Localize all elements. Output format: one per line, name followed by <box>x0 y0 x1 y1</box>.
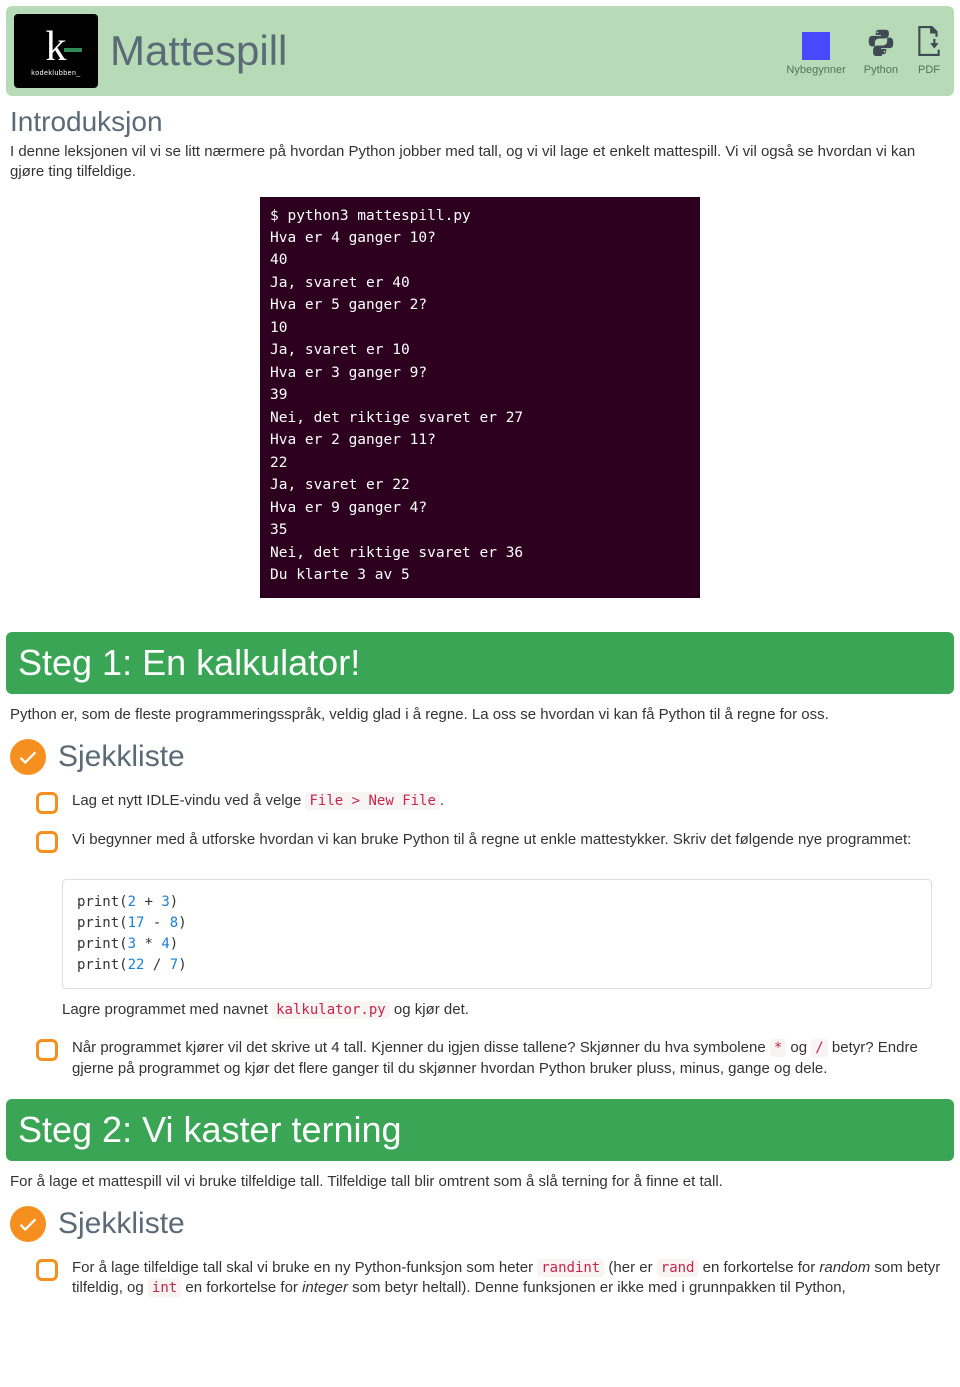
step2-header: Steg 2: Vi kaster terning <box>6 1099 954 1161</box>
level-badge: Nybegynner <box>786 32 845 76</box>
intro-section: Introduksjon I denne leksjonen vil vi se… <box>0 102 960 626</box>
pdf-link[interactable]: PDF <box>916 26 942 76</box>
language-badge: Python <box>864 28 898 76</box>
inline-code: rand <box>657 1259 699 1277</box>
inline-code: * <box>770 1039 786 1057</box>
step1-header: Steg 1: En kalkulator! <box>6 632 954 694</box>
text: Når programmet kjører vil det skrive ut … <box>72 1039 770 1056</box>
level-icon <box>802 32 830 60</box>
inline-code: int <box>148 1279 181 1297</box>
inline-code: / <box>811 1039 827 1057</box>
intro-heading: Introduksjon <box>10 106 950 138</box>
checkbox[interactable] <box>36 831 58 853</box>
text-emph: integer <box>302 1279 348 1296</box>
checkbox[interactable] <box>36 792 58 814</box>
text: . <box>440 792 444 809</box>
text: en forkortelse for <box>698 1259 819 1276</box>
step1-checklist-title: Sjekkliste <box>58 740 185 774</box>
list-item: Lag et nytt IDLE-vindu ved å velge File … <box>10 783 950 822</box>
text: For å lage tilfeldige tall skal vi bruke… <box>72 1259 537 1276</box>
step2-desc: For å lage et mattespill vil vi bruke ti… <box>0 1167 960 1198</box>
step2-checklist-header: Sjekkliste <box>0 1198 960 1248</box>
pdf-label: PDF <box>918 64 940 76</box>
code-block: print(2 + 3) print(17 - 8) print(3 * 4) … <box>62 879 932 989</box>
step1-items: Lag et nytt IDLE-vindu ved å velge File … <box>0 781 960 867</box>
text: (her er <box>604 1259 657 1276</box>
save-instruction: Lagre programmet med navnet kalkulator.p… <box>0 999 960 1028</box>
inline-code: File > New File <box>305 792 439 810</box>
checklist-icon <box>10 739 46 775</box>
item-text: For å lage tilfeldige tall skal vi bruke… <box>72 1258 950 1299</box>
text: og kjør det. <box>390 1001 469 1018</box>
item-text: Lag et nytt IDLE-vindu ved å velge File … <box>72 791 950 814</box>
text-emph: random <box>819 1259 870 1276</box>
step2-title: Steg 2: Vi kaster terning <box>18 1109 942 1151</box>
text: en forkortelse for <box>181 1279 302 1296</box>
list-item: Når programmet kjører vil det skrive ut … <box>10 1030 950 1087</box>
page-title: Mattespill <box>110 27 774 75</box>
item-text: Når programmet kjører vil det skrive ut … <box>72 1038 950 1079</box>
text: Lag et nytt IDLE-vindu ved å velge <box>72 792 305 809</box>
header-meta: Nybegynner Python PDF <box>786 26 942 76</box>
terminal-output: $ python3 mattespill.py Hva er 4 ganger … <box>260 197 700 599</box>
inline-code: randint <box>537 1259 604 1277</box>
level-label: Nybegynner <box>786 64 845 76</box>
text: Lagre programmet med navnet <box>62 1001 272 1018</box>
logo-underscore <box>64 48 82 52</box>
inline-code: kalkulator.py <box>272 1001 390 1019</box>
step2-checklist-title: Sjekkliste <box>58 1207 185 1241</box>
logo-letter: k <box>46 26 67 68</box>
logo-label: kodeklubben_ <box>31 70 81 77</box>
list-item: For å lage tilfeldige tall skal vi bruke… <box>10 1250 950 1307</box>
page-header: k kodeklubben_ Mattespill Nybegynner Pyt… <box>6 6 954 96</box>
step2-items: For å lage tilfeldige tall skal vi bruke… <box>0 1248 960 1313</box>
list-item: Vi begynner med å utforske hvordan vi ka… <box>10 822 950 861</box>
language-label: Python <box>864 64 898 76</box>
pdf-icon <box>916 26 942 60</box>
checkbox[interactable] <box>36 1259 58 1281</box>
text: som betyr heltall). Denne funksjonen er … <box>348 1279 846 1296</box>
text: og <box>786 1039 811 1056</box>
logo: k kodeklubben_ <box>14 14 98 88</box>
intro-text: I denne leksjonen vil vi se litt nærmere… <box>10 142 950 183</box>
step1-desc: Python er, som de fleste programmeringss… <box>0 700 960 731</box>
checkbox[interactable] <box>36 1039 58 1061</box>
step1-title: Steg 1: En kalkulator! <box>18 642 942 684</box>
step1-checklist-header: Sjekkliste <box>0 731 960 781</box>
python-icon <box>866 28 896 60</box>
checklist-icon <box>10 1206 46 1242</box>
step1-items-cont: Når programmet kjører vil det skrive ut … <box>0 1028 960 1093</box>
item-text: Vi begynner med å utforske hvordan vi ka… <box>72 830 950 853</box>
